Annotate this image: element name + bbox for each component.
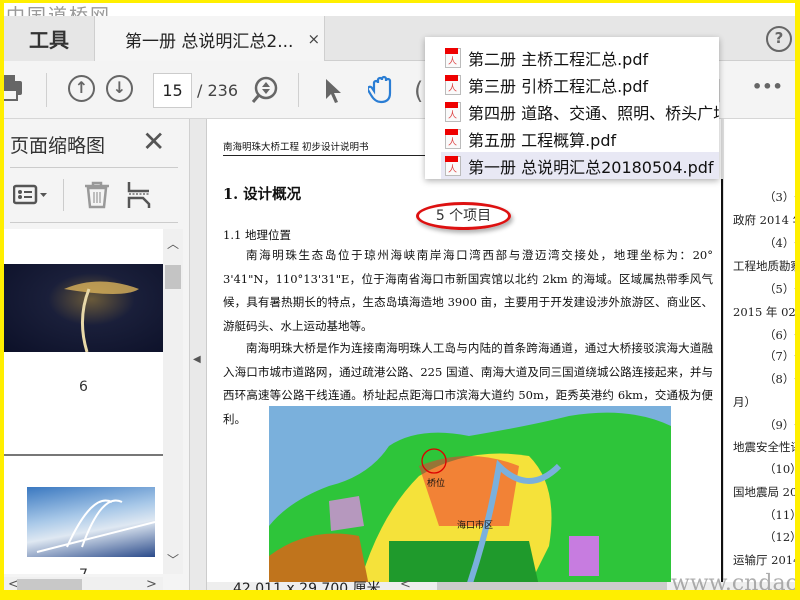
pdf-file-icon [445, 74, 461, 95]
text-line: （7）《海 [764, 349, 795, 363]
page-edge [721, 179, 723, 582]
text-line: （4）《 [764, 236, 795, 250]
divider [46, 73, 47, 107]
text-line: 月） [733, 395, 756, 409]
extract-page-icon[interactable] [127, 181, 151, 213]
dropdown-item[interactable]: 第一册 总说明汇总20180504.pdf [441, 152, 719, 179]
close-panel-icon[interactable]: ✕ [142, 125, 165, 158]
pdf-file-icon [445, 101, 461, 122]
text-line: （6）《 [764, 328, 795, 342]
select-cursor-icon[interactable] [324, 77, 344, 111]
dropdown-item-label: 第五册 工程概算.pdf [468, 130, 617, 150]
dropdown-item-label: 第四册 道路、交通、照明、桥头广场. [468, 103, 719, 123]
item-count-annotation: 5 个项目 [416, 202, 511, 230]
divider [298, 73, 299, 107]
help-icon[interactable]: ? [766, 26, 792, 52]
tab-tools[interactable]: 工具 [4, 16, 95, 61]
horizontal-scroll-thumb[interactable] [437, 582, 667, 590]
dropdown-item-label: 第二册 主桥工程汇总.pdf [468, 49, 649, 69]
document-view[interactable]: 南海明珠大桥工程 初步设计说明书 1. 设计概况 1.1 地理位置 南海明珠生态… [207, 119, 795, 582]
tab-document-label: 第一册 总说明汇总2... [125, 31, 294, 52]
print-icon[interactable] [4, 73, 24, 109]
watermark: www.cndao.com [671, 571, 795, 590]
map-label: 海口市区 [457, 521, 494, 531]
scroll-down-icon[interactable]: ﹀ [163, 551, 183, 568]
scroll-up-icon[interactable]: ︿ [163, 235, 183, 252]
text-line: （11） [764, 508, 795, 522]
acrobat-window: 中国道桥网 工具 第一册 总说明汇总2... × ? ↑ ↓ 15 / 236 … [4, 3, 795, 590]
thumbnail-list[interactable]: 6 7 [4, 229, 163, 574]
text-line: （9）《 [764, 418, 795, 432]
thumbnail-label: 7 [4, 567, 163, 574]
close-tab-icon[interactable]: × [307, 30, 320, 48]
text-line: （8）《 [764, 372, 795, 386]
text-line: （10） [764, 462, 795, 476]
more-tools-icon[interactable]: ••• [752, 77, 783, 96]
previous-page-icon[interactable]: ↑ [68, 75, 95, 102]
next-page-icon[interactable]: ↓ [106, 75, 133, 102]
text-line: 工程地质勘察 [733, 259, 795, 273]
collapse-arrow-icon[interactable]: ◀ [193, 354, 201, 365]
hand-tool-icon[interactable] [366, 75, 398, 111]
scroll-thumb[interactable] [165, 265, 181, 289]
text-line: 2015 年 02 月 [733, 305, 795, 319]
dropdown-item[interactable]: 第四册 道路、交通、照明、桥头广场. [425, 98, 719, 125]
dropdown-item-label: 第三册 引桥工程汇总.pdf [468, 76, 649, 96]
thumbnail-label: 6 [79, 379, 88, 395]
dropdown-item[interactable]: 第三册 引桥工程汇总.pdf [425, 71, 719, 98]
text-line: （12） [764, 530, 795, 544]
page-number-input[interactable]: 15 [153, 73, 192, 108]
thumbnail-horizontal-scrollbar[interactable]: < > [4, 577, 163, 590]
pdf-file-icon [445, 128, 461, 149]
text-line: （5）《 [764, 282, 795, 296]
text-line: 地震安全性评 [733, 440, 795, 454]
thumbnail-page-7[interactable] [27, 487, 155, 557]
thumbnail-separator [4, 454, 163, 462]
page-total: / 236 [197, 81, 239, 100]
text-line: （3）《 [764, 190, 795, 204]
text-line: 运输厅 2014 年 [733, 553, 795, 567]
thumbnail-options-icon[interactable] [12, 184, 49, 210]
divider [10, 222, 178, 223]
pdf-page-next: （3）《政府 2014 年 （4）《工程地质勘察 （5）《 2015 年 02 月 （6… [724, 119, 795, 582]
panel-collapse-handle[interactable]: ◀ [190, 119, 207, 590]
map-image: 桥位 海口市区 [269, 406, 671, 582]
heading-2: 1.1 地理位置 [223, 228, 291, 242]
thumbnail-page-6[interactable] [4, 264, 163, 352]
delete-page-icon[interactable] [84, 181, 110, 213]
heading-1: 1. 设计概况 [223, 186, 302, 203]
paragraph: 南海明珠生态岛位于琼州海峡南岸海口湾西部与澄迈湾交接处，地理坐标为：20° 3'… [223, 248, 721, 333]
divider [63, 179, 64, 211]
zoom-out-icon[interactable]: ( [414, 77, 423, 105]
text-line: 国地震局 201 [733, 485, 795, 499]
scroll-right-icon[interactable]: > [146, 577, 157, 590]
scroll-thumb[interactable] [17, 579, 82, 590]
pdf-file-icon [445, 47, 461, 68]
dropdown-item[interactable]: 第二册 主桥工程汇总.pdf [425, 44, 719, 71]
divider [10, 167, 178, 168]
zoom-icon[interactable] [251, 75, 279, 111]
page-size: 42.011 x 29.700 厘米 [233, 581, 381, 590]
scroll-left-icon[interactable]: < [400, 577, 411, 590]
pdf-page: 南海明珠大桥工程 初步设计说明书 1. 设计概况 1.1 地理位置 南海明珠生态… [207, 119, 721, 582]
panel-title: 页面缩略图 [10, 135, 106, 157]
text-line: 政府 2014 年 [733, 213, 795, 227]
dropdown-item-label: 第一册 总说明汇总20180504.pdf [468, 157, 714, 177]
open-documents-dropdown: 第二册 主桥工程汇总.pdf 第三册 引桥工程汇总.pdf 第四册 道路、交通、照明… [425, 37, 719, 179]
pdf-file-icon [445, 155, 461, 176]
tab-document[interactable]: 第一册 总说明汇总2... × [95, 16, 325, 62]
map-label: 桥位 [427, 479, 446, 489]
page-thumbnails-panel: 页面缩略图 ✕ 6 7 ︿ ﹀ [4, 119, 190, 590]
dropdown-item[interactable]: 第五册 工程概算.pdf [425, 125, 719, 152]
thumbnail-scrollbar[interactable]: ︿ ﹀ [163, 229, 183, 574]
